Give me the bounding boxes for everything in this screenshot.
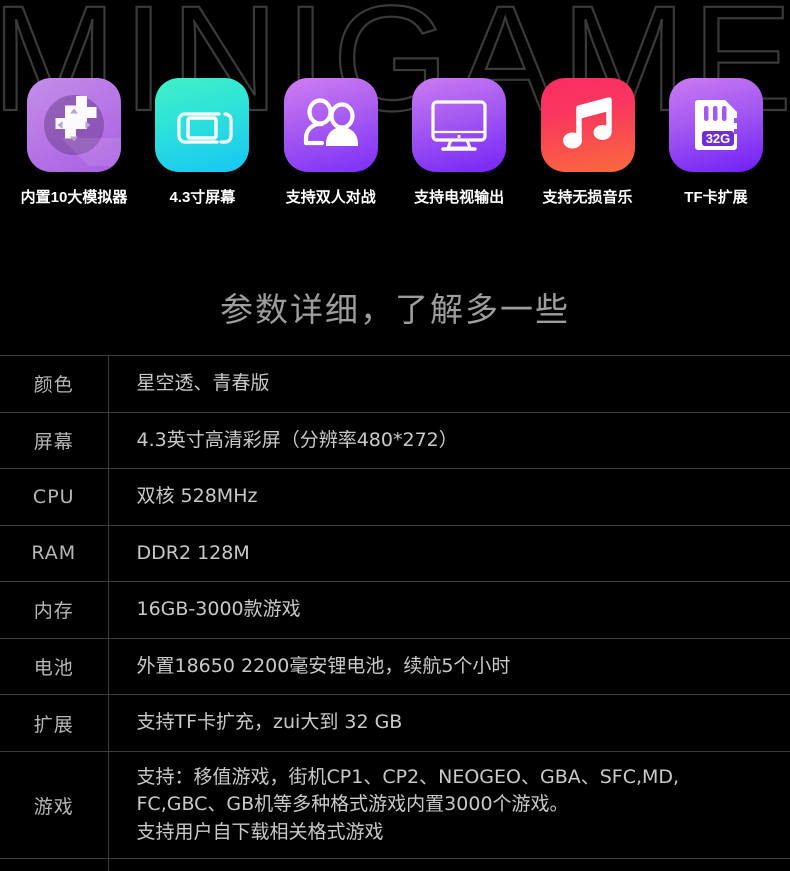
spec-value-line: 双核 528MHz <box>136 485 258 508</box>
feature-item-tv-out[interactable]: 支持电视输出 <box>407 78 511 207</box>
spec-value-line: FC,GBC、GB机等多种格式游戏内置3000个游戏。 <box>136 793 569 816</box>
feature-label: 4.3寸屏幕 <box>169 189 236 206</box>
monitor-icon <box>412 78 507 172</box>
spec-value-line: 外置18650 2200毫安锂电池，续航5个小时 <box>136 654 511 677</box>
spec-key: 颜色 <box>0 355 109 413</box>
spec-key: 语言 <box>0 858 109 871</box>
feature-item-tf-card[interactable]: 32G TF卡扩展 <box>664 78 768 207</box>
feature-label: TF卡扩展 <box>684 189 748 206</box>
spec-value: 支持：移值游戏，街机CP1、CP2、NEOGEO、GBA、SFC,MD, FC,… <box>108 751 790 859</box>
spec-table: 颜色 星空透、青春版 屏幕 4.3英寸高清彩屏（分辨率480*272） CPU … <box>0 355 790 871</box>
spec-key: 屏幕 <box>0 412 109 469</box>
spec-key: 游戏 <box>0 751 109 859</box>
spec-value: 16GB-3000款游戏 <box>108 582 790 639</box>
spec-value: 外置18650 2200毫安锂电池，续航5个小时 <box>108 638 790 695</box>
feature-item-lossless-music[interactable]: 支持无损音乐 <box>536 78 640 207</box>
spec-value: 支持多国语言（中简、中繁、英、日、韩、等）26国语言 <box>108 859 790 871</box>
two-users-icon <box>283 78 378 172</box>
table-row: 颜色 星空透、青春版 <box>0 355 790 413</box>
spec-key: 内存 <box>0 581 109 639</box>
spec-value-line: 4.3英寸高清彩屏（分辨率480*272） <box>136 428 458 451</box>
section-title: 参数详细，了解多一些 <box>220 290 570 329</box>
screen-icon <box>155 78 250 172</box>
music-note-icon <box>540 78 635 172</box>
feature-icon-row: 内置10大模拟器 4.3寸屏幕 支持双人对战 支持电视输出 支持无损音乐 32G… <box>0 78 790 207</box>
feature-item-two-player[interactable]: 支持双人对战 <box>279 78 383 207</box>
table-row: 电池 外置18650 2200毫安锂电池，续航5个小时 <box>0 638 790 695</box>
spec-value-line: 星空透、青春版 <box>136 372 270 394</box>
spec-table-body: 颜色 星空透、青春版 屏幕 4.3英寸高清彩屏（分辨率480*272） CPU … <box>0 355 790 871</box>
table-row: 内存 16GB-3000款游戏 <box>0 581 790 639</box>
spec-value: 4.3英寸高清彩屏（分辨率480*272） <box>108 412 790 469</box>
feature-label: 内置10大模拟器 <box>20 189 128 206</box>
dpad-icon <box>27 78 121 172</box>
spec-value-line: 16GB-3000款游戏 <box>136 598 301 621</box>
spec-key: CPU <box>0 468 109 526</box>
table-row: 语言 支持多国语言（中简、中繁、英、日、韩、等）26国语言 <box>0 858 790 871</box>
product-detail-page: MINIGAME 内置10大模拟器 4.3寸屏幕 支持双人对战 支持电视输出 支… <box>0 0 790 871</box>
table-row: 游戏 支持：移值游戏，街机CP1、CP2、NEOGEO、GBA、SFC,MD, … <box>0 751 790 859</box>
feature-label: 支持无损音乐 <box>542 189 633 206</box>
spec-value: 双核 528MHz <box>108 469 790 526</box>
sd-card-capacity-label: 32G <box>706 131 731 146</box>
sd-card-icon: 32G <box>668 78 763 172</box>
spec-value-line: 支持用户自下载相关格式游戏 <box>136 820 384 843</box>
spec-key: 扩展 <box>0 694 109 752</box>
spec-value: 星空透、青春版 <box>108 356 790 413</box>
feature-item-emulators[interactable]: 内置10大模拟器 <box>20 78 128 207</box>
spec-key: RAM <box>0 525 109 582</box>
spec-value: DDR2 128M <box>108 525 790 582</box>
spec-value-line: 支持：移值游戏，街机CP1、CP2、NEOGEO、GBA、SFC,MD, <box>136 765 680 788</box>
table-row: 扩展 支持TF卡扩充，zui大到 32 GB <box>0 694 790 752</box>
spec-value-line: 支持TF卡扩充，zui大到 32 GB <box>136 711 403 734</box>
spec-key: 电池 <box>0 638 109 695</box>
table-row: 屏幕 4.3英寸高清彩屏（分辨率480*272） <box>0 412 790 469</box>
table-row: RAM DDR2 128M <box>0 525 790 582</box>
feature-label: 支持双人对战 <box>285 189 376 206</box>
spec-value: 支持TF卡扩充，zui大到 32 GB <box>108 695 790 752</box>
feature-label: 支持电视输出 <box>414 189 505 206</box>
table-row: CPU 双核 528MHz <box>0 468 790 526</box>
spec-value-line: DDR2 128M <box>136 541 250 564</box>
feature-item-screen[interactable]: 4.3寸屏幕 <box>150 78 254 207</box>
hero-section: MINIGAME 内置10大模拟器 4.3寸屏幕 支持双人对战 支持电视输出 支… <box>0 0 790 215</box>
